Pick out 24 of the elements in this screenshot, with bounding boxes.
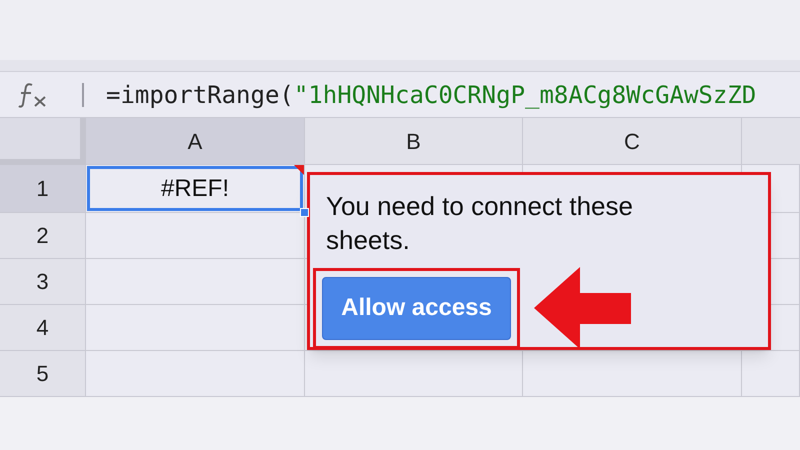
column-header[interactable]: C bbox=[523, 118, 742, 165]
spreadsheet-cell[interactable] bbox=[86, 351, 305, 397]
fill-handle[interactable] bbox=[300, 208, 309, 217]
column-header[interactable]: A bbox=[86, 118, 305, 165]
formula-function: =importRange( bbox=[106, 80, 294, 110]
row-header[interactable]: 2 bbox=[0, 213, 86, 259]
formula-field[interactable]: =importRange("1hHQNHcaC0CRNgP_m8ACg8WcGAwSzZD bbox=[106, 76, 756, 112]
row-header[interactable]: 1 bbox=[0, 165, 86, 213]
spreadsheet-cell[interactable] bbox=[86, 259, 305, 305]
row-header[interactable]: 4 bbox=[0, 305, 86, 351]
column-header[interactable]: B bbox=[305, 118, 523, 165]
spreadsheet-cell[interactable] bbox=[86, 213, 305, 259]
function-icon bbox=[18, 82, 48, 108]
allow-access-button[interactable]: Allow access bbox=[322, 276, 511, 340]
popup-message: You need to connect these sheets. bbox=[326, 190, 634, 257]
spreadsheet-cell[interactable] bbox=[86, 305, 305, 351]
corner-header[interactable] bbox=[0, 118, 86, 165]
formula-argument: "1hHQNHcaC0CRNgP_m8ACg8WcGAwSzZD bbox=[294, 80, 756, 111]
row-header[interactable]: 3 bbox=[0, 259, 86, 305]
spreadsheet-cell[interactable] bbox=[305, 351, 523, 397]
spreadsheet-cell[interactable]: #REF! bbox=[87, 166, 303, 211]
row-header[interactable]: 5 bbox=[0, 351, 86, 397]
spreadsheet-cell[interactable] bbox=[742, 351, 800, 397]
spreadsheet-cell[interactable] bbox=[523, 351, 742, 397]
